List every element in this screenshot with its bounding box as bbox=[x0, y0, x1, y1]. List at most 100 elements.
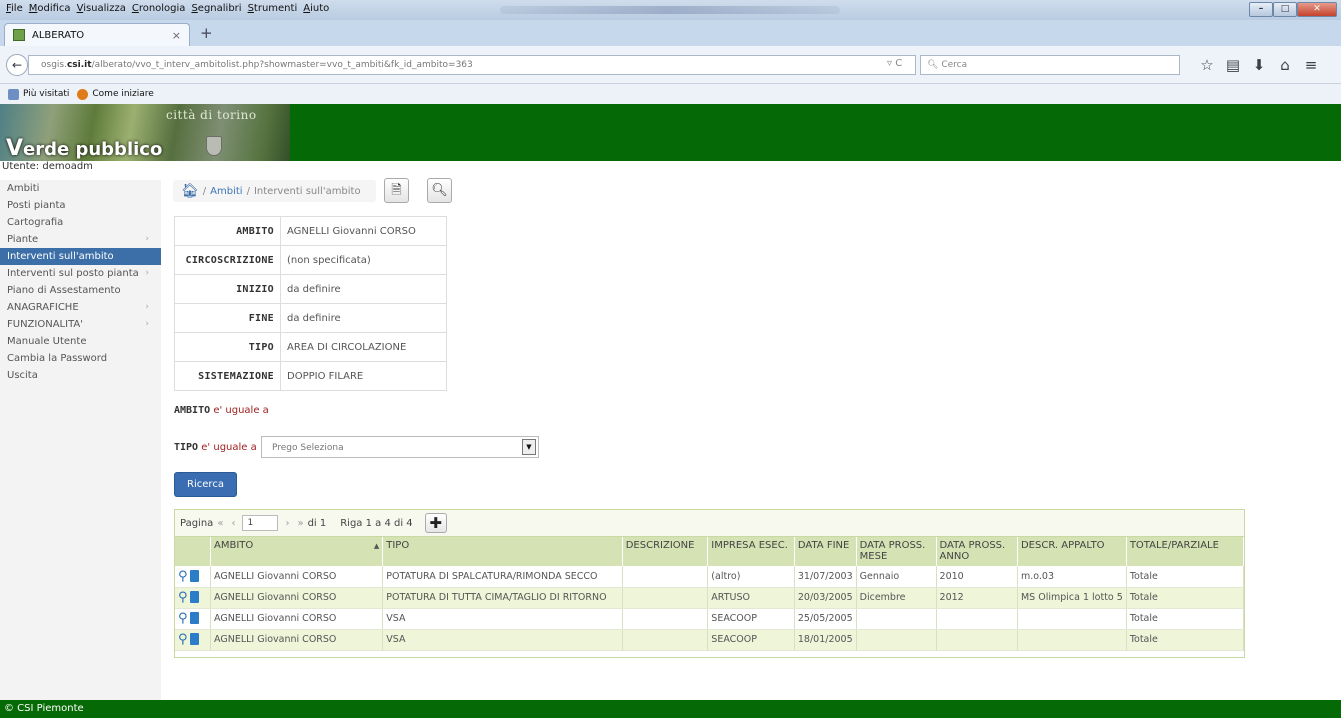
bookmarks-bar: Più visitati Come iniziare bbox=[0, 84, 1341, 104]
sidebar-item-label: Interventi sul posto pianta bbox=[7, 268, 139, 279]
url-field[interactable]: osgis.csi.it/alberato/vvo_t_interv_ambit… bbox=[28, 55, 916, 75]
menu-item[interactable]: Cronologia bbox=[132, 3, 186, 14]
sidebar-item[interactable]: Uscita bbox=[0, 367, 161, 384]
new-tab-button[interactable]: + bbox=[200, 26, 213, 41]
minimize-button[interactable]: – bbox=[1249, 2, 1273, 17]
first-page-button[interactable]: « bbox=[217, 518, 223, 529]
breadcrumb-separator: / bbox=[246, 185, 250, 197]
chevron-right-icon: › bbox=[145, 319, 149, 329]
table-cell bbox=[1017, 608, 1127, 630]
menu-item[interactable]: File bbox=[6, 3, 23, 14]
sidebar-item[interactable]: FUNZIONALITA' › bbox=[0, 316, 161, 333]
menu-item[interactable]: Modifica bbox=[29, 3, 71, 14]
sidebar-item[interactable]: Piano di Assestamento bbox=[0, 282, 161, 299]
delete-icon[interactable] bbox=[189, 569, 199, 582]
column-header[interactable]: DESCR. APPALTO bbox=[1017, 537, 1127, 566]
column-header-label: DATA PROSS. ANNO bbox=[939, 540, 1006, 562]
browser-search-input[interactable]: 🔍︎ Cerca bbox=[920, 55, 1180, 75]
master-field-value: (non specificata) bbox=[280, 245, 447, 275]
search-panel-button[interactable]: 🔍︎ bbox=[427, 178, 452, 203]
master-field-label: TIPO bbox=[174, 332, 281, 362]
table-row: ⚲ AGNELLI Giovanni CORSO VSA SEACOOP 25/05/2… bbox=[175, 608, 1245, 630]
next-page-button[interactable]: › bbox=[285, 518, 289, 529]
tab-close-icon[interactable]: × bbox=[172, 29, 181, 42]
table-cell: AGNELLI Giovanni CORSO bbox=[210, 587, 384, 609]
menu-icon[interactable]: ≡ bbox=[1298, 55, 1324, 75]
column-header[interactable]: DATA PROSS. MESE bbox=[856, 537, 937, 566]
pager: Pagina « ‹ 1 › » di 1 Riga 1 a 4 di 4 ✚ bbox=[175, 510, 1244, 537]
reload-icon[interactable]: ▿ C bbox=[887, 58, 902, 69]
table-cell bbox=[856, 608, 937, 630]
sidebar-item[interactable]: ANAGRAFICHE › bbox=[0, 299, 161, 316]
column-header[interactable]: DESCRIZIONE bbox=[622, 537, 709, 566]
maximize-button[interactable]: □ bbox=[1273, 2, 1297, 17]
document-icon: 🗎 bbox=[391, 183, 402, 198]
master-field-label: SISTEMAZIONE bbox=[174, 361, 281, 391]
home-icon[interactable]: 🏠︎ bbox=[181, 183, 199, 199]
add-record-button[interactable]: ✚ bbox=[424, 513, 447, 533]
sidebar-item[interactable]: Ambiti bbox=[0, 180, 161, 197]
delete-icon[interactable] bbox=[189, 612, 199, 624]
view-icon[interactable]: ⚲ bbox=[178, 569, 188, 584]
export-button[interactable]: 🗎 bbox=[384, 178, 409, 203]
menu-item[interactable]: Segnalibri bbox=[191, 3, 241, 14]
sidebar-item-label: Ambiti bbox=[7, 183, 40, 194]
master-field-value: AREA DI CIRCOLAZIONE bbox=[280, 332, 447, 362]
master-field-value: da definire bbox=[280, 303, 447, 333]
table-body: ⚲ AGNELLI Giovanni CORSO POTATURA DI SPALC… bbox=[175, 566, 1245, 651]
table-cell: Gennaio bbox=[856, 566, 937, 588]
bookmark-star-icon[interactable]: ☆ bbox=[1194, 55, 1220, 75]
column-header[interactable]: AMBITO ▲ bbox=[210, 537, 384, 566]
column-header[interactable]: IMPRESA ESEC. bbox=[707, 537, 795, 566]
last-page-button[interactable]: » bbox=[297, 518, 303, 529]
column-header[interactable]: DATA PROSS. ANNO bbox=[936, 537, 1018, 566]
sidebar-item[interactable]: Cartografia bbox=[0, 214, 161, 231]
column-header[interactable]: DATA FINE bbox=[794, 537, 857, 566]
view-icon[interactable]: ⚲ bbox=[178, 590, 188, 605]
breadcrumb-current: Interventi sull'ambito bbox=[253, 185, 361, 197]
menu-item[interactable]: Visualizza bbox=[77, 3, 126, 14]
table-cell: SEACOOP bbox=[707, 608, 795, 630]
chevron-down-icon[interactable]: ▼ bbox=[522, 439, 536, 455]
downloads-icon[interactable]: ⬇ bbox=[1246, 55, 1272, 75]
column-header[interactable]: TIPO bbox=[382, 537, 623, 566]
menu-item[interactable]: Aiuto bbox=[303, 3, 329, 14]
table-cell bbox=[622, 566, 709, 588]
tab-alberato[interactable]: ALBERATO × bbox=[4, 23, 190, 46]
sidebar-item-label: Piano di Assestamento bbox=[7, 285, 121, 296]
site-logo[interactable]: città di torino Verde pubblico bbox=[0, 104, 290, 161]
bookmark-getting-started[interactable]: Come iniziare bbox=[92, 89, 153, 99]
logo-brand-text: Verde pubblico bbox=[6, 136, 163, 161]
search-button[interactable]: Ricerca bbox=[174, 472, 237, 497]
sidebar-item[interactable]: Cambia la Password bbox=[0, 350, 161, 367]
window-title-blur bbox=[500, 6, 840, 14]
sidebar-item[interactable]: Piante › bbox=[0, 231, 161, 248]
delete-icon[interactable] bbox=[189, 633, 199, 645]
view-icon[interactable]: ⚲ bbox=[178, 611, 188, 626]
bookmarks-list-icon[interactable]: ▤ bbox=[1220, 55, 1246, 75]
tipo-select[interactable]: Prego Seleziona ▼ bbox=[261, 436, 539, 458]
sidebar-item[interactable]: Interventi sull'ambito bbox=[0, 248, 161, 265]
column-header[interactable]: TOTALE/PARZIALE bbox=[1126, 537, 1245, 566]
breadcrumb-ambiti[interactable]: Ambiti bbox=[210, 186, 242, 197]
sidebar-item[interactable]: Interventi sul posto pianta › bbox=[0, 265, 161, 282]
site-favicon-icon bbox=[13, 29, 25, 41]
view-icon[interactable]: ⚲ bbox=[178, 632, 188, 647]
tipo-select-value: Prego Seleziona bbox=[272, 443, 344, 453]
back-button[interactable]: ← bbox=[6, 54, 28, 76]
sidebar-item[interactable]: Manuale Utente bbox=[0, 333, 161, 350]
delete-icon[interactable] bbox=[189, 591, 199, 603]
master-row: TIPO AREA DI CIRCOLAZIONE bbox=[174, 332, 447, 362]
menu-item[interactable]: Strumenti bbox=[248, 3, 298, 14]
sidebar-item-label: Manuale Utente bbox=[7, 336, 87, 347]
table-cell: Dicembre bbox=[856, 587, 937, 609]
prev-page-button[interactable]: ‹ bbox=[231, 518, 235, 529]
table-cell: (altro) bbox=[707, 566, 795, 588]
home-icon[interactable]: ⌂ bbox=[1272, 55, 1298, 75]
row-actions: ⚲ bbox=[175, 587, 212, 609]
bookmark-most-visited[interactable]: Più visitati bbox=[23, 89, 69, 99]
close-window-button[interactable]: ✕ bbox=[1297, 2, 1337, 17]
logo-city-text: città di torino bbox=[166, 108, 257, 122]
sidebar-item[interactable]: Posti pianta bbox=[0, 197, 161, 214]
page-number-input[interactable]: 1 bbox=[242, 515, 279, 531]
